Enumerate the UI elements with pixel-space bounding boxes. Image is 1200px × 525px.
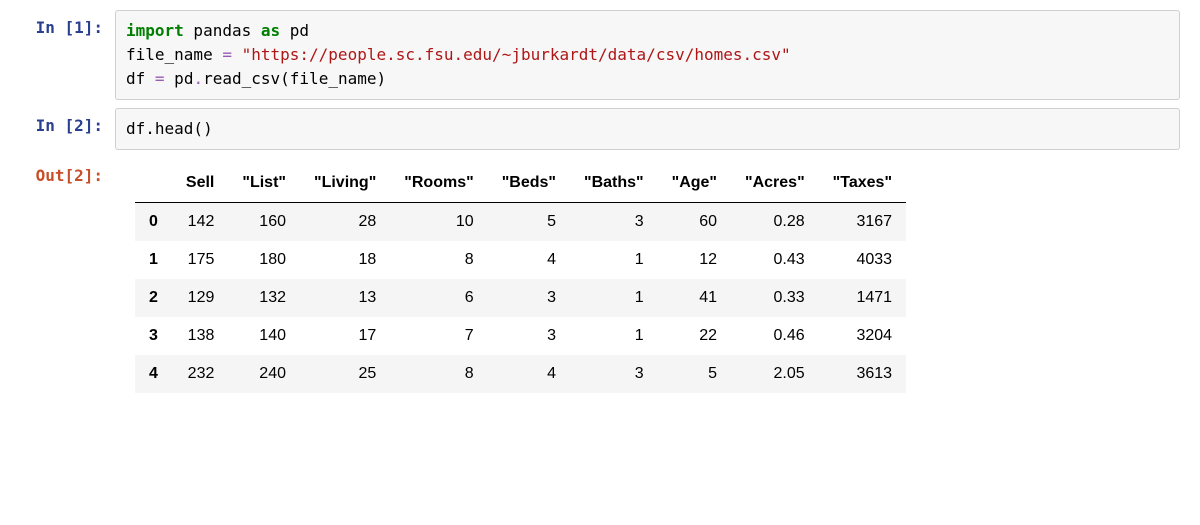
output-area-2: Sell "List" "Living" "Rooms" "Beds" "Bat… <box>115 158 1180 393</box>
cell: 132 <box>228 279 300 317</box>
cell: 0.43 <box>731 241 819 279</box>
row-index: 1 <box>135 241 172 279</box>
table-row: 0 142 160 28 10 5 3 60 0.28 3167 <box>135 203 906 242</box>
cell: 3613 <box>819 355 906 393</box>
cell: 3167 <box>819 203 906 242</box>
cell: 3 <box>488 279 570 317</box>
input-prompt-1: In [1]: <box>20 10 115 37</box>
output-prompt-2: Out[2]: <box>20 158 115 185</box>
cell: 180 <box>228 241 300 279</box>
row-index: 0 <box>135 203 172 242</box>
keyword-as: as <box>261 21 280 40</box>
cell: 22 <box>658 317 731 355</box>
cell: 13 <box>300 279 390 317</box>
string-literal: "https://people.sc.fsu.edu/~jburkardt/da… <box>232 45 791 64</box>
cell: 142 <box>172 203 228 242</box>
cell: 160 <box>228 203 300 242</box>
code-text: pandas <box>184 21 261 40</box>
cell: 175 <box>172 241 228 279</box>
cell: 1 <box>570 279 658 317</box>
cell: 8 <box>390 241 487 279</box>
cell: 4 <box>488 241 570 279</box>
operator-eq: = <box>155 69 165 88</box>
col-header: "Age" <box>658 164 731 203</box>
table-row: 4 232 240 25 8 4 3 5 2.05 3613 <box>135 355 906 393</box>
cell: 232 <box>172 355 228 393</box>
cell: 0.33 <box>731 279 819 317</box>
operator-dot: . <box>193 69 203 88</box>
cell: 18 <box>300 241 390 279</box>
cell: 0.46 <box>731 317 819 355</box>
col-header: Sell <box>172 164 228 203</box>
cell: 41 <box>658 279 731 317</box>
table-row: 2 129 132 13 6 3 1 41 0.33 1471 <box>135 279 906 317</box>
cell: 2.05 <box>731 355 819 393</box>
cell: 5 <box>658 355 731 393</box>
cell: 10 <box>390 203 487 242</box>
code-cell-1: In [1]: import pandas as pd file_name = … <box>20 10 1180 100</box>
dataframe-table: Sell "List" "Living" "Rooms" "Beds" "Bat… <box>135 164 906 393</box>
cell: 17 <box>300 317 390 355</box>
cell: 1 <box>570 317 658 355</box>
row-index: 4 <box>135 355 172 393</box>
table-row: 3 138 140 17 7 3 1 22 0.46 3204 <box>135 317 906 355</box>
col-header: "Rooms" <box>390 164 487 203</box>
col-header: "Beds" <box>488 164 570 203</box>
output-cell-2: Out[2]: Sell "List" "Living" "Rooms" "Be… <box>20 158 1180 393</box>
cell: 138 <box>172 317 228 355</box>
table-corner <box>135 164 172 203</box>
cell: 140 <box>228 317 300 355</box>
cell: 1 <box>570 241 658 279</box>
row-index: 3 <box>135 317 172 355</box>
code-text: df <box>126 69 155 88</box>
cell: 6 <box>390 279 487 317</box>
code-text: pd <box>165 69 194 88</box>
operator-eq: = <box>222 45 232 64</box>
code-text: read_csv(file_name) <box>203 69 386 88</box>
cell: 3 <box>570 355 658 393</box>
code-input-1[interactable]: import pandas as pd file_name = "https:/… <box>115 10 1180 100</box>
cell: 3 <box>570 203 658 242</box>
cell: 0.28 <box>731 203 819 242</box>
cell: 60 <box>658 203 731 242</box>
cell: 3204 <box>819 317 906 355</box>
cell: 4 <box>488 355 570 393</box>
cell: 240 <box>228 355 300 393</box>
cell: 28 <box>300 203 390 242</box>
code-text: df.head() <box>126 119 213 138</box>
cell: 7 <box>390 317 487 355</box>
cell: 12 <box>658 241 731 279</box>
cell: 25 <box>300 355 390 393</box>
col-header: "Acres" <box>731 164 819 203</box>
code-input-2[interactable]: df.head() <box>115 108 1180 150</box>
cell: 3 <box>488 317 570 355</box>
cell: 129 <box>172 279 228 317</box>
cell: 1471 <box>819 279 906 317</box>
code-cell-2: In [2]: df.head() <box>20 108 1180 150</box>
col-header: "Baths" <box>570 164 658 203</box>
code-text: file_name <box>126 45 222 64</box>
col-header: "Taxes" <box>819 164 906 203</box>
cell: 4033 <box>819 241 906 279</box>
col-header: "List" <box>228 164 300 203</box>
code-text: pd <box>280 21 309 40</box>
table-header-row: Sell "List" "Living" "Rooms" "Beds" "Bat… <box>135 164 906 203</box>
cell: 5 <box>488 203 570 242</box>
cell: 8 <box>390 355 487 393</box>
input-prompt-2: In [2]: <box>20 108 115 135</box>
col-header: "Living" <box>300 164 390 203</box>
table-row: 1 175 180 18 8 4 1 12 0.43 4033 <box>135 241 906 279</box>
keyword-import: import <box>126 21 184 40</box>
row-index: 2 <box>135 279 172 317</box>
